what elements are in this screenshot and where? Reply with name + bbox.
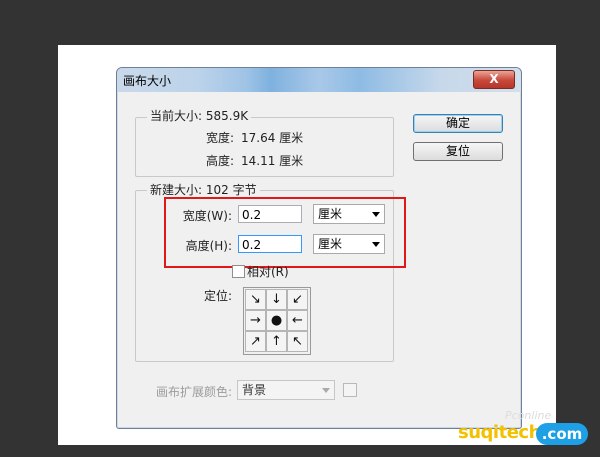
anchor-top-right[interactable]: ↙ — [287, 289, 308, 310]
current-height-value: 14.11 厘米 — [241, 154, 304, 168]
anchor-center[interactable]: ● — [266, 310, 287, 331]
extension-color-swatch[interactable] — [343, 383, 357, 397]
new-size-legend: 新建大小: 102 字节 — [147, 181, 260, 198]
watermark-pconline: Pconline — [505, 409, 552, 422]
reset-button[interactable]: 复位 — [413, 142, 503, 161]
relative-checkbox[interactable] — [232, 265, 245, 278]
highlight-box — [164, 197, 406, 268]
anchor-top-left[interactable]: ↘ — [245, 289, 266, 310]
anchor-grid: ↘ ↓ ↙ → ● ← ↗ ↑ ↖ — [243, 287, 311, 355]
title-bar[interactable]: 画布大小 X — [117, 68, 521, 92]
extension-color-label: 画布扩展颜色: — [155, 385, 232, 399]
watermark-suffix: .com — [536, 423, 588, 445]
extension-color-value: 背景 — [242, 383, 267, 397]
dialog-title: 画布大小 — [123, 74, 172, 88]
chevron-down-icon — [322, 388, 330, 393]
anchor-bottom-center[interactable]: ↑ — [266, 331, 287, 352]
anchor-bottom-right[interactable]: ↖ — [287, 331, 308, 352]
extension-color-select[interactable]: 背景 — [237, 380, 335, 400]
current-size-legend: 当前大小: 585.9K — [147, 107, 252, 124]
ok-button[interactable]: 确定 — [413, 114, 503, 133]
close-button[interactable]: X — [473, 70, 515, 89]
anchor-middle-right[interactable]: ← — [287, 310, 308, 331]
anchor-top-center[interactable]: ↓ — [266, 289, 287, 310]
anchor-bottom-left[interactable]: ↗ — [245, 331, 266, 352]
relative-label[interactable]: 相对(R) — [247, 263, 289, 280]
current-width-label: 宽度: — [205, 131, 234, 145]
anchor-middle-left[interactable]: → — [245, 310, 266, 331]
current-width-value: 17.64 厘米 — [241, 131, 304, 145]
watermark-brand: suqitech — [458, 422, 541, 443]
anchor-label: 定位: — [203, 289, 232, 303]
current-height-label: 高度: — [205, 154, 234, 168]
